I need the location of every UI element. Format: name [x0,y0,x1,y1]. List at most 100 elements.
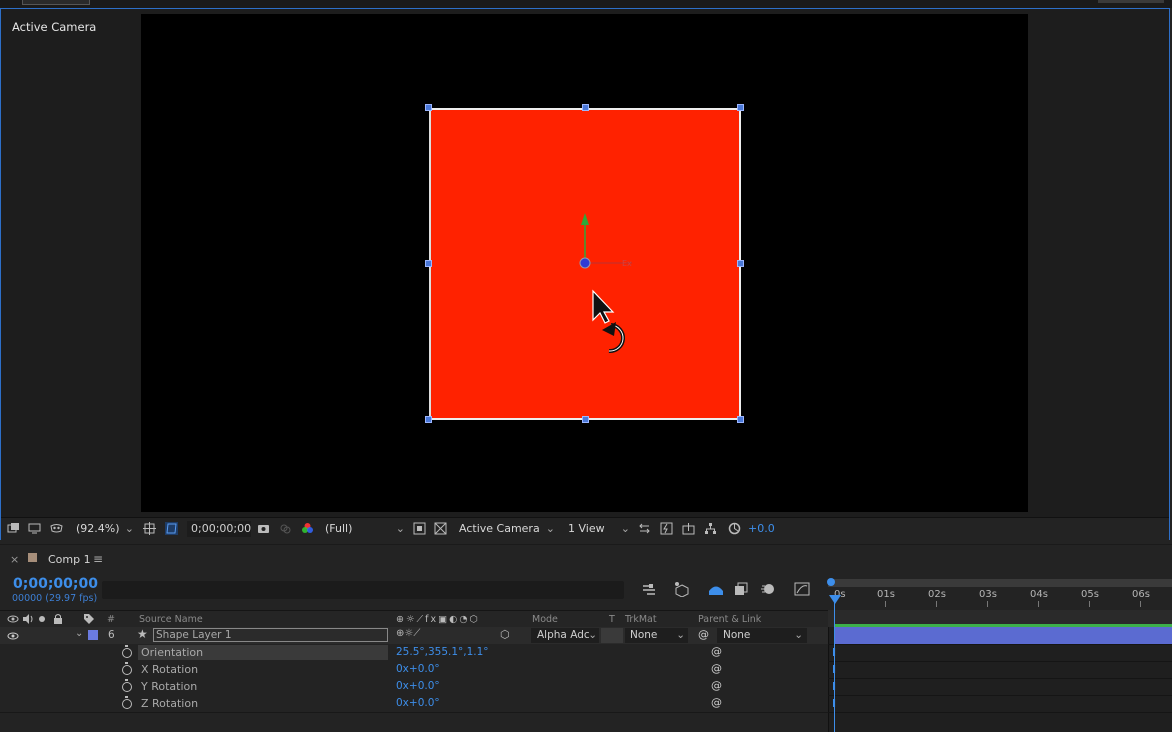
ruler-tick [1089,601,1090,607]
preserve-transparency-toggle[interactable] [601,628,623,643]
top-panel-tab[interactable] [22,0,90,5]
hide-shy-layers-icon[interactable] [707,582,725,596]
property-value[interactable]: 0x+0.0° [396,680,440,692]
exposure-value[interactable]: +0.0 [748,521,775,537]
monitor-icon[interactable] [28,522,41,535]
layer-label-color[interactable] [88,630,98,640]
layer-visibility-eye-icon[interactable] [7,631,19,641]
flowchart-icon[interactable] [704,522,717,535]
property-value[interactable]: 0x+0.0° [396,697,440,709]
shape-layer-star-icon: ★ [137,627,148,641]
layer-row[interactable]: ⌄ 6 ★ Shape Layer 1 ⊕☼⟋ ⬡ Alpha Adc ⌄ Non… [0,627,828,644]
lock-icon[interactable] [53,613,63,624]
always-preview-icon[interactable] [7,522,20,535]
ruler-label: 05s [1081,589,1099,600]
stopwatch-icon[interactable] [122,645,132,658]
blend-mode-dropdown[interactable]: Alpha Adc ⌄ [531,628,599,643]
work-area-bar[interactable] [828,579,1172,587]
region-of-interest-icon[interactable] [413,522,426,535]
property-row-z-rotation[interactable]: Z Rotation 0x+0.0° @ [0,695,828,712]
current-time-field[interactable]: 0;00;00;00 [187,521,251,537]
expression-pick-whip-icon[interactable]: @ [711,662,722,675]
camera-snapshot-icon[interactable] [257,522,270,535]
trkmat-dropdown[interactable]: None ⌄ [625,628,688,643]
stopwatch-icon[interactable] [122,662,132,675]
grid-guides-icon[interactable] [143,522,156,535]
property-value[interactable]: 25.5°,355.1°,1.1° [396,646,489,658]
track-divider [828,678,1172,679]
stopwatch-icon[interactable] [122,679,132,692]
layer-search-input[interactable] [102,581,624,599]
fast-previews-icon[interactable] [660,522,673,535]
mask-view-icon[interactable] [50,522,63,535]
layer-duration-bar[interactable] [834,627,1172,644]
transform-handle-bottom-left[interactable] [425,416,432,423]
expand-twirl-icon[interactable]: ⌄ [75,628,83,639]
parent-dropdown[interactable]: None ⌄ [717,628,807,643]
video-visibility-icon[interactable] [7,614,19,624]
toggle-mask-visibility-icon[interactable] [165,522,178,535]
chevron-down-icon: ⌄ [588,629,597,641]
layer-name-field[interactable]: Shape Layer 1 [153,628,388,642]
column-t: T [609,614,615,625]
transform-handle-right[interactable] [737,260,744,267]
transform-handle-bottom[interactable] [582,416,589,423]
transform-handle-left[interactable] [425,260,432,267]
audio-icon[interactable] [22,614,34,624]
stopwatch-icon[interactable] [122,696,132,709]
chevron-down-icon: ⌄ [794,629,803,641]
property-row-x-rotation[interactable]: X Rotation 0x+0.0° @ [0,661,828,678]
transform-handle-top[interactable] [582,104,589,111]
close-tab-icon[interactable]: × [10,553,19,566]
expression-pick-whip-icon[interactable]: @ [711,679,722,692]
ruler-label: 04s [1030,589,1048,600]
resolution-value: (Full) [325,522,353,535]
work-area-start-handle[interactable] [827,578,835,586]
row-divider [0,712,828,713]
3d-layer-icon[interactable]: ⬡ [500,628,510,641]
frame-blending-icon[interactable] [734,582,750,596]
playhead-handle-icon[interactable] [829,595,841,604]
top-panel-control[interactable] [1098,0,1164,3]
property-row-y-rotation[interactable]: Y Rotation 0x+0.0° @ [0,678,828,695]
timeline-panel-icon[interactable] [682,522,695,535]
transform-handle-bottom-right[interactable] [737,416,744,423]
parent-pick-whip-icon[interactable]: @ [698,628,709,641]
graph-editor-icon[interactable] [794,582,810,596]
axis-gizmo-icon[interactable]: Ex [570,205,650,275]
timeline-tab-title[interactable]: Comp 1 [48,553,91,566]
property-value[interactable]: 0x+0.0° [396,663,440,675]
ruler-tick [1038,601,1039,607]
chevron-down-icon: ⌄ [620,522,630,535]
transparency-grid-icon[interactable] [434,522,447,535]
resolution-dropdown[interactable]: (Full) ⌄ [325,521,405,537]
layer-index: 6 [108,629,115,641]
viewer-toolbar: (92.4%) ⌄ 0;00;00;00 (Full) ⌄ Active Camer… [1,517,1169,540]
column-source-name[interactable]: Source Name [139,614,203,625]
chevron-down-icon: ⌄ [395,522,405,535]
magnification-dropdown[interactable]: (92.4%) ⌄ [76,521,134,537]
channel-rgb-icon[interactable] [301,522,314,535]
property-name: Orientation [141,646,204,659]
transform-handle-top-left[interactable] [425,104,432,111]
motion-blur-icon[interactable] [760,582,776,596]
reset-exposure-icon[interactable] [728,522,741,535]
expression-pick-whip-icon[interactable]: @ [711,696,722,709]
expression-pick-whip-icon[interactable]: @ [711,645,722,658]
panel-menu-icon[interactable]: ≡ [93,552,103,566]
camera-view-dropdown[interactable]: Active Camera ⌄ [459,521,555,537]
solo-icon[interactable] [39,616,45,622]
view-layout-dropdown[interactable]: 1 View ⌄ [568,521,630,537]
comp-mini-flowchart-icon[interactable] [641,583,657,597]
property-row-orientation[interactable]: Orientation 25.5°,355.1°,1.1° @ [0,644,828,661]
track-divider [828,661,1172,662]
transform-handle-top-right[interactable] [737,104,744,111]
playhead-line[interactable] [834,595,835,732]
timeline-current-time[interactable]: 0;00;00;00 [13,576,98,592]
track-divider [828,695,1172,696]
draft-3d-icon[interactable] [673,581,691,597]
show-snapshot-icon[interactable] [279,522,292,535]
label-tag-icon[interactable] [83,613,95,625]
toggle-pixel-aspect-icon[interactable] [638,522,651,535]
shy-collapse-icons[interactable]: ⊕☼⟋ [396,628,420,639]
